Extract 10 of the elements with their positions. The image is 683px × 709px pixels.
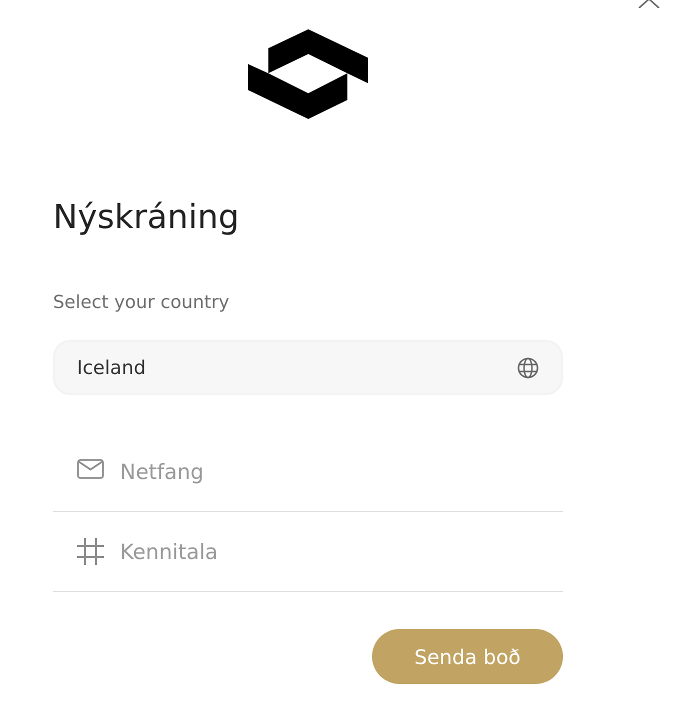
email-field[interactable]: Netfang — [120, 456, 563, 486]
close-icon[interactable] — [637, 0, 661, 8]
page-title: Nýskráning — [53, 197, 240, 237]
country-label: Select your country — [53, 291, 230, 315]
globe-icon — [517, 356, 539, 378]
logo-icon — [248, 29, 368, 119]
country-select[interactable]: Iceland — [53, 340, 563, 395]
envelope-icon — [77, 458, 104, 478]
id-number-field[interactable]: Kennitala — [120, 536, 563, 566]
hash-icon — [77, 538, 104, 565]
